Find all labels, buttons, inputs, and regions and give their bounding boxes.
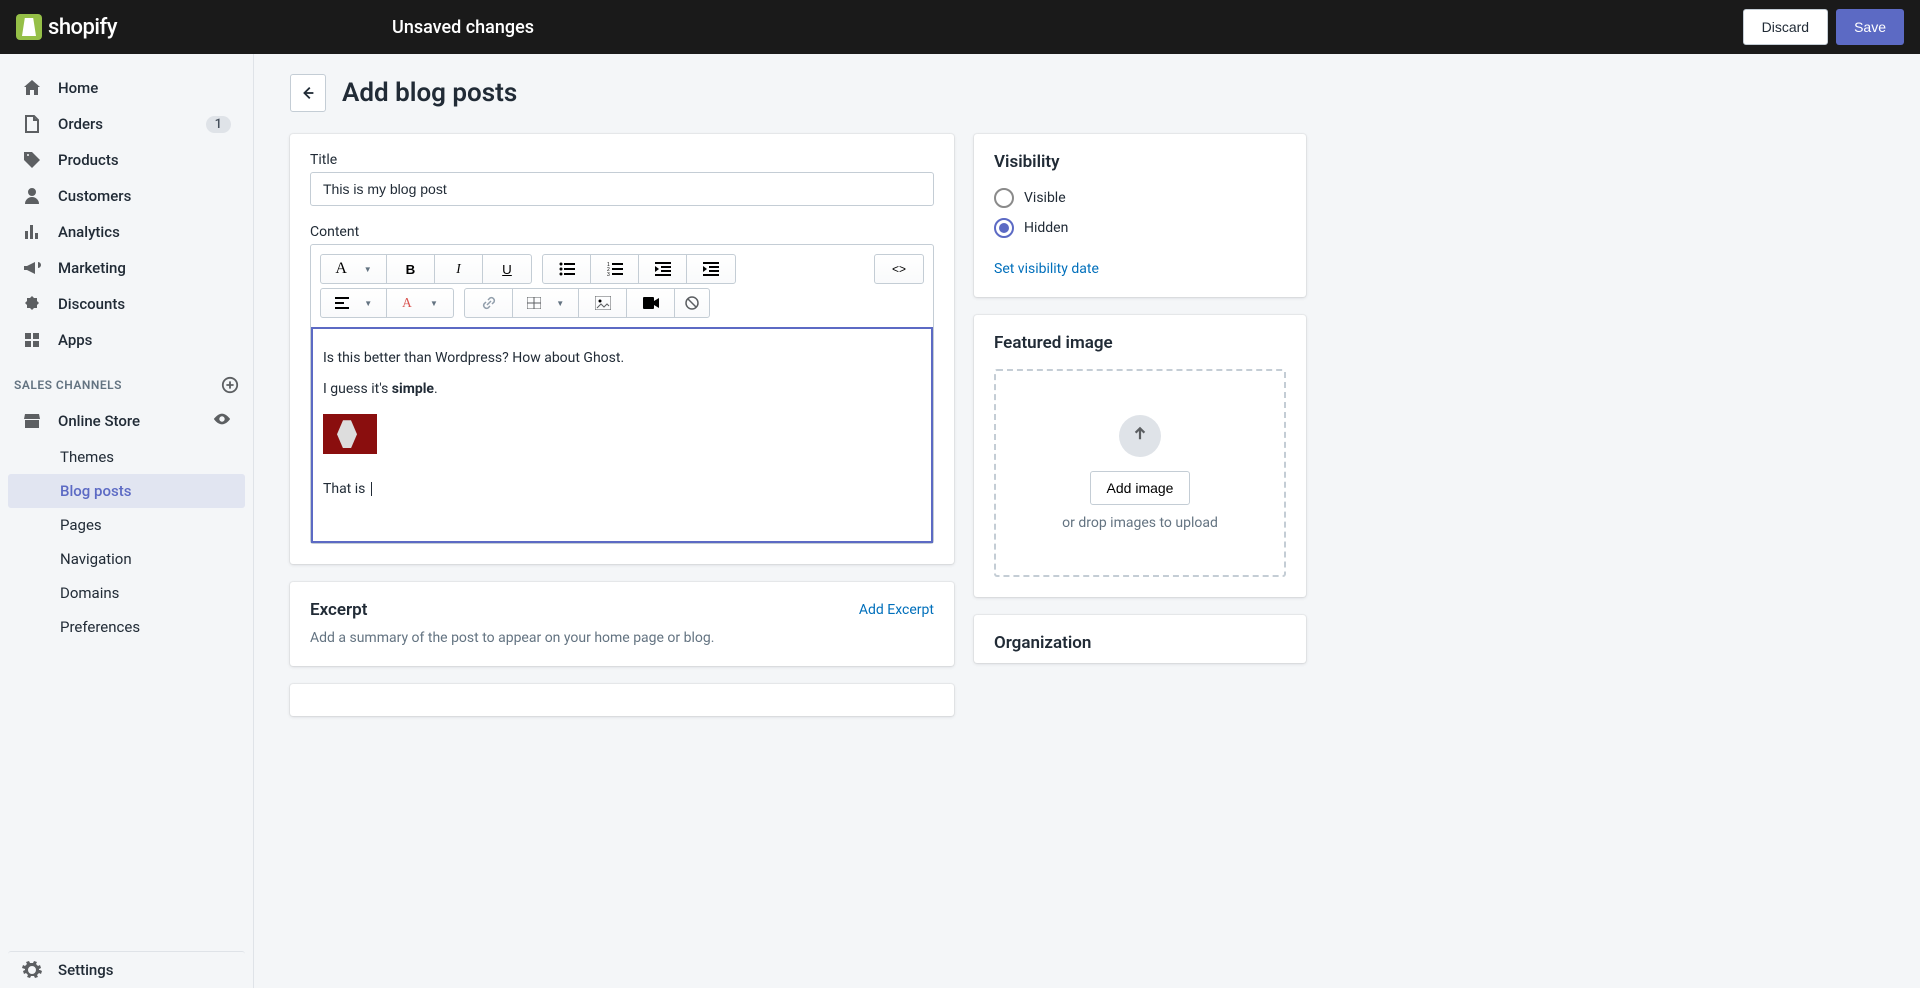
person-icon — [22, 186, 42, 206]
nav-label: Home — [58, 79, 98, 97]
add-excerpt-link[interactable]: Add Excerpt — [859, 602, 934, 618]
outdent-button[interactable] — [639, 255, 687, 283]
svg-text:3: 3 — [607, 272, 610, 276]
bold-button[interactable]: B — [387, 255, 435, 283]
sales-channels-heading: SALES CHANNELS — [0, 358, 253, 402]
nav-sub-themes[interactable]: Themes — [8, 440, 245, 474]
inline-image[interactable] — [323, 414, 377, 454]
underline-button[interactable]: U — [483, 255, 531, 283]
indent-button[interactable] — [687, 255, 735, 283]
nav-sub-navigation[interactable]: Navigation — [8, 542, 245, 576]
visibility-heading: Visibility — [994, 152, 1286, 172]
nav-customers[interactable]: Customers — [8, 178, 245, 214]
title-input[interactable] — [310, 172, 934, 206]
nav-apps[interactable]: Apps — [8, 322, 245, 358]
add-image-button[interactable]: Add image — [1090, 471, 1191, 505]
title-label: Title — [310, 152, 934, 168]
align-dropdown[interactable]: ▼ — [321, 289, 387, 317]
add-channel-icon[interactable] — [221, 376, 239, 394]
organization-heading: Organization — [994, 633, 1286, 653]
nav-label: Discounts — [58, 295, 125, 313]
nav-orders[interactable]: Orders 1 — [8, 106, 245, 142]
drop-hint: or drop images to upload — [1012, 515, 1268, 531]
orders-icon — [22, 114, 42, 134]
section-label: SALES CHANNELS — [14, 378, 122, 392]
arrow-left-icon — [299, 84, 317, 102]
discard-button[interactable]: Discard — [1743, 9, 1828, 45]
image-button[interactable] — [579, 289, 627, 317]
italic-button[interactable]: I — [435, 255, 483, 283]
nav-label: Apps — [58, 331, 92, 349]
table-dropdown[interactable]: ▼ — [513, 289, 579, 317]
set-visibility-date-link[interactable]: Set visibility date — [994, 261, 1099, 277]
link-button[interactable] — [465, 289, 513, 317]
unsaved-changes-label: Unsaved changes — [392, 17, 534, 38]
gear-icon — [22, 960, 42, 980]
home-icon — [22, 78, 42, 98]
nav-sub-blog-posts[interactable]: Blog posts — [8, 474, 245, 508]
nav-label: Products — [58, 151, 119, 169]
image-dropzone[interactable]: Add image or drop images to upload — [994, 369, 1286, 577]
radio-icon — [994, 188, 1014, 208]
nav-label: Orders — [58, 115, 103, 133]
visibility-hidden-option[interactable]: Hidden — [994, 218, 1286, 238]
nav-discounts[interactable]: Discounts — [8, 286, 245, 322]
nav-settings[interactable]: Settings — [8, 951, 245, 988]
bullet-list-button[interactable] — [543, 255, 591, 283]
store-icon — [22, 411, 42, 431]
page-title: Add blog posts — [342, 78, 517, 108]
eye-icon[interactable] — [213, 410, 231, 432]
radio-icon — [994, 218, 1014, 238]
analytics-icon — [22, 222, 42, 242]
font-style-dropdown[interactable]: A▼ — [321, 255, 387, 283]
orders-badge: 1 — [206, 116, 231, 133]
nav-products[interactable]: Products — [8, 142, 245, 178]
nav-label: Marketing — [58, 259, 126, 277]
text-cursor — [371, 482, 372, 496]
nav-label: Analytics — [58, 223, 120, 241]
logo-text: shopify — [48, 15, 117, 40]
text-color-dropdown[interactable]: A▼ — [387, 289, 453, 317]
content-line: That is — [323, 476, 921, 503]
nav-label: Settings — [58, 961, 114, 979]
excerpt-hint: Add a summary of the post to appear on y… — [310, 630, 934, 646]
radio-label: Hidden — [1024, 220, 1068, 236]
visibility-visible-option[interactable]: Visible — [994, 188, 1286, 208]
nav-home[interactable]: Home — [8, 70, 245, 106]
clear-format-button[interactable] — [675, 289, 709, 317]
numbered-list-button[interactable]: 123 — [591, 255, 639, 283]
discount-icon — [22, 294, 42, 314]
excerpt-heading: Excerpt — [310, 600, 367, 620]
video-button[interactable] — [627, 289, 675, 317]
nav-label: Online Store — [58, 412, 140, 430]
save-button[interactable]: Save — [1836, 9, 1904, 45]
html-view-button[interactable]: <> — [875, 255, 923, 283]
featured-image-heading: Featured image — [994, 333, 1286, 353]
logo[interactable]: shopify — [16, 14, 117, 40]
nav-marketing[interactable]: Marketing — [8, 250, 245, 286]
content-line: I guess it's simple. — [323, 376, 921, 403]
nav-online-store[interactable]: Online Store — [8, 402, 245, 440]
content-line: Is this better than Wordpress? How about… — [323, 345, 921, 372]
upload-icon — [1119, 415, 1161, 457]
shopify-bag-icon — [16, 14, 42, 40]
megaphone-icon — [22, 258, 42, 278]
content-editor[interactable]: Is this better than Wordpress? How about… — [311, 327, 933, 543]
apps-icon — [22, 330, 42, 350]
nav-sub-pages[interactable]: Pages — [8, 508, 245, 542]
tag-icon — [22, 150, 42, 170]
nav-sub-domains[interactable]: Domains — [8, 576, 245, 610]
radio-label: Visible — [1024, 190, 1066, 206]
nav-label: Customers — [58, 187, 131, 205]
nav-analytics[interactable]: Analytics — [8, 214, 245, 250]
back-button[interactable] — [290, 74, 326, 112]
content-label: Content — [310, 224, 934, 240]
nav-sub-preferences[interactable]: Preferences — [8, 610, 245, 644]
